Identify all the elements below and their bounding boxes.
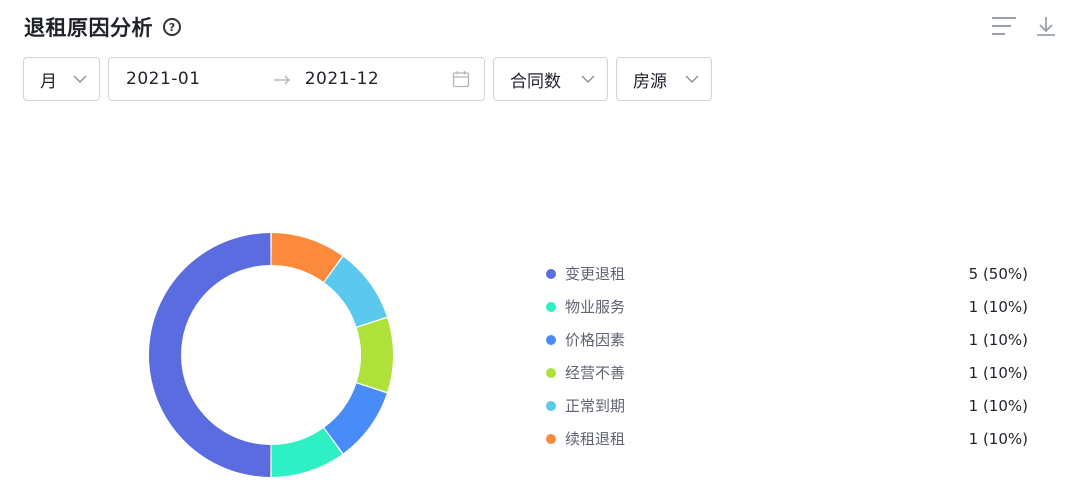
calendar-icon[interactable] bbox=[452, 70, 470, 88]
chart-header: 退租原因分析 ? bbox=[24, 10, 181, 44]
list-icon[interactable] bbox=[990, 14, 1018, 38]
legend-value: 5 (50%) bbox=[968, 264, 1028, 283]
legend-item[interactable]: 正常到期 1 (10%) bbox=[546, 389, 1028, 422]
legend-item[interactable]: 价格因素 1 (10%) bbox=[546, 323, 1028, 356]
legend-label: 经营不善 bbox=[565, 364, 626, 382]
download-icon[interactable] bbox=[1032, 14, 1060, 38]
legend-label: 变更退租 bbox=[565, 265, 626, 283]
chevron-down-icon bbox=[581, 72, 595, 86]
donut-slice-1[interactable] bbox=[148, 233, 271, 477]
legend-dot bbox=[546, 400, 556, 411]
dimension-select[interactable]: 房源 bbox=[616, 57, 712, 101]
period-select-value: 月 bbox=[40, 71, 57, 92]
legend-item[interactable]: 物业服务 1 (10%) bbox=[546, 290, 1028, 323]
legend-dot bbox=[546, 433, 556, 444]
legend-item[interactable]: 经营不善 1 (10%) bbox=[546, 356, 1028, 389]
donut-slice-4[interactable] bbox=[356, 317, 393, 393]
legend-value: 1 (10%) bbox=[968, 396, 1028, 415]
legend-dot bbox=[546, 367, 556, 378]
metric-select-value: 合同数 bbox=[510, 71, 561, 92]
legend-value: 1 (10%) bbox=[968, 363, 1028, 382]
legend-item[interactable]: 续租退租 1 (10%) bbox=[546, 422, 1028, 455]
chevron-down-icon bbox=[685, 72, 699, 86]
chart-title: 退租原因分析 bbox=[24, 16, 153, 40]
chart-toolbar bbox=[990, 14, 1060, 38]
legend-value: 1 (10%) bbox=[968, 330, 1028, 349]
date-end-input[interactable]: 2021-12 bbox=[305, 69, 452, 89]
dimension-select-value: 房源 bbox=[633, 71, 667, 92]
legend-label: 价格因素 bbox=[565, 331, 626, 349]
legend-value: 1 (10%) bbox=[968, 297, 1028, 316]
date-range-picker[interactable]: 2021-01 2021-12 bbox=[108, 57, 485, 101]
metric-select[interactable]: 合同数 bbox=[493, 57, 608, 101]
chart-legend: 变更退租 5 (50%) 物业服务 1 (10%) 价格因素 1 (10%) 经营不善 1 (… bbox=[546, 257, 1028, 455]
legend-dot bbox=[546, 268, 556, 279]
legend-dot bbox=[546, 301, 556, 312]
legend-label: 正常到期 bbox=[565, 397, 626, 415]
legend-label: 续租退租 bbox=[565, 430, 626, 448]
question-circle-icon[interactable]: ? bbox=[163, 18, 181, 36]
arrow-right-icon bbox=[273, 70, 304, 89]
legend-dot bbox=[546, 334, 556, 345]
period-select[interactable]: 月 bbox=[23, 57, 100, 101]
legend-item[interactable]: 变更退租 5 (50%) bbox=[546, 257, 1028, 290]
chevron-down-icon bbox=[73, 72, 87, 86]
date-start-input[interactable]: 2021-01 bbox=[126, 69, 273, 89]
filter-bar: 月 2021-01 2021-12 合同数 房源 bbox=[23, 57, 712, 101]
legend-value: 1 (10%) bbox=[968, 429, 1028, 448]
legend-label: 物业服务 bbox=[565, 298, 626, 316]
